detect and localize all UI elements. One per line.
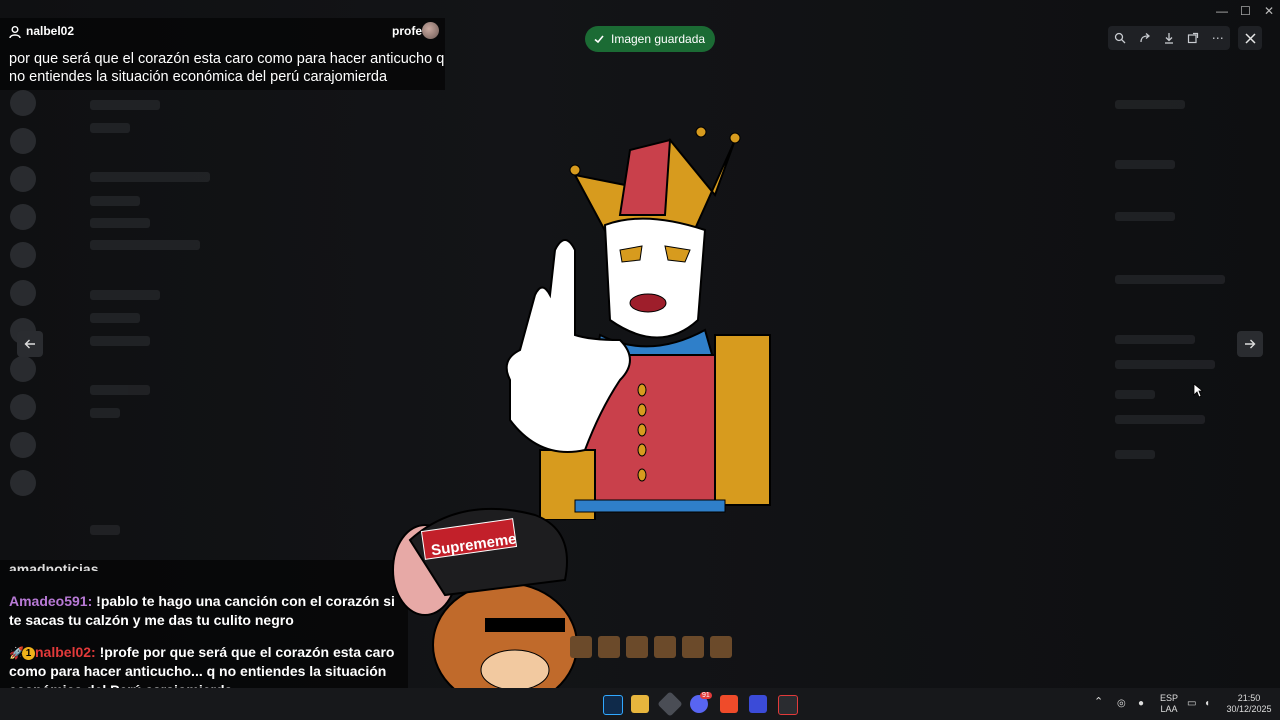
previous-image-button[interactable]: [17, 331, 43, 357]
share-icon[interactable]: [1137, 30, 1153, 46]
arrow-left-icon: [24, 339, 35, 349]
keyboard-layout: LAA: [1160, 704, 1178, 714]
overlay-message: por que será que el corazón esta caro co…: [9, 51, 445, 85]
microphone-icon[interactable]: ●: [1138, 698, 1144, 709]
toast-text: Imagen guardada: [611, 32, 706, 46]
overlay-username: nalbel02: [26, 24, 75, 38]
rocket-icon: 🚀: [9, 646, 24, 660]
avatar: [422, 22, 439, 39]
overlay-profe-label: profe: [392, 24, 422, 38]
viewer-toolbar: ⋯: [1108, 26, 1230, 50]
saved-toast: Imagen guardada: [585, 26, 716, 52]
clock-date: 30/12/2025: [1226, 704, 1272, 714]
close-viewer-button[interactable]: [1238, 26, 1262, 50]
zoom-icon[interactable]: [1112, 30, 1128, 46]
download-icon[interactable]: [1161, 30, 1177, 46]
next-image-button[interactable]: [1237, 331, 1263, 357]
emote-row: [570, 636, 732, 658]
user-icon: [9, 26, 21, 39]
chevron-up-icon[interactable]: ⌃: [1094, 697, 1103, 708]
clock-time: 21:50: [1237, 693, 1261, 703]
jerry-avatar-overlay: Suprememe: [392, 507, 578, 720]
maximize-icon[interactable]: ☐: [1240, 4, 1251, 18]
brave-icon[interactable]: [720, 695, 738, 713]
file-explorer-icon[interactable]: [631, 695, 649, 713]
volume-icon[interactable]: ◖: [1204, 698, 1210, 709]
chat-username: nalbel02:: [35, 644, 96, 660]
arrow-right-icon: [1245, 339, 1256, 349]
clock[interactable]: 21:50 30/12/2025: [1226, 693, 1272, 715]
rank-badge: 1: [22, 646, 35, 660]
chat-cut-line: amadnoticias: [9, 561, 99, 571]
tray-app-icon[interactable]: ◎: [1117, 698, 1126, 709]
check-icon: [594, 35, 604, 44]
window-close-icon[interactable]: ✕: [1264, 4, 1274, 18]
network-icon[interactable]: ▭: [1187, 698, 1196, 709]
photoshop-icon[interactable]: [603, 695, 623, 715]
more-icon[interactable]: ⋯: [1210, 30, 1226, 46]
vscode-icon[interactable]: [749, 695, 767, 713]
mouse-cursor-icon: [1193, 383, 1203, 398]
open-external-icon[interactable]: [1185, 30, 1201, 46]
jester-meme-image: [505, 126, 771, 520]
discord-badge: 91: [700, 692, 712, 699]
chat-message: Amadeo591: !pablo te hago una canción co…: [9, 592, 409, 630]
member-list-ghost: [1105, 60, 1275, 680]
language-indicator[interactable]: ESP LAA: [1160, 693, 1178, 715]
minimize-icon[interactable]: —: [1216, 4, 1228, 18]
language-code: ESP: [1160, 693, 1179, 703]
media-app-icon[interactable]: [778, 695, 798, 715]
chat-username: Amadeo591:: [9, 593, 93, 609]
close-icon: [1244, 32, 1256, 44]
channel-list-ghost: [0, 80, 290, 600]
